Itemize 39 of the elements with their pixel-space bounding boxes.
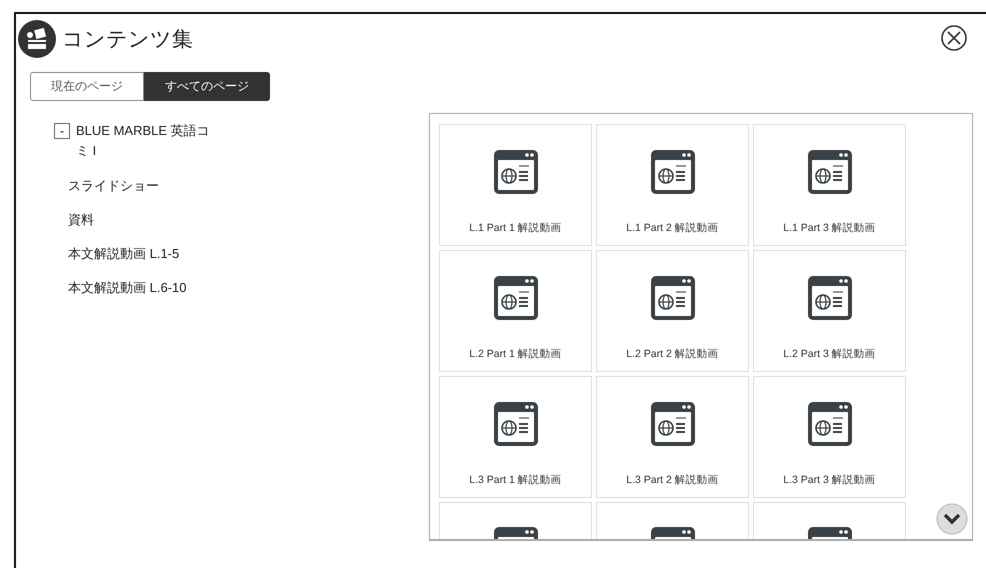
content-tile[interactable]: L.1 Part 3 解説動画 xyxy=(753,124,906,246)
content-tile[interactable]: L.3 Part 1 解説動画 xyxy=(439,376,592,498)
web-page-icon xyxy=(808,150,852,194)
toolbox-logo-icon xyxy=(18,20,56,58)
tree-item[interactable]: 本文解説動画 L.1-5 xyxy=(68,245,274,263)
web-page-icon xyxy=(650,150,694,194)
page-tab[interactable]: すべてのページ xyxy=(144,72,270,101)
content-tile[interactable]: L.2 Part 3 解説動画 xyxy=(753,250,906,372)
web-page-icon xyxy=(808,402,852,446)
web-page-icon xyxy=(494,276,538,320)
content-tile[interactable]: L.2 Part 1 解説動画 xyxy=(439,250,592,372)
tile-label: L.3 Part 3 解説動画 xyxy=(783,473,876,487)
web-page-icon xyxy=(650,402,694,446)
tree-item[interactable]: 資料 xyxy=(68,211,274,229)
tree-item[interactable]: 本文解説動画 L.6-10 xyxy=(68,279,274,297)
tile-label: L.2 Part 3 解説動画 xyxy=(783,347,876,361)
scroll-down-icon[interactable] xyxy=(936,503,968,535)
tile-label: L.3 Part 1 解説動画 xyxy=(469,473,562,487)
tile-label: L.1 Part 2 解説動画 xyxy=(626,221,719,235)
tile-label: L.1 Part 1 解説動画 xyxy=(469,221,562,235)
tile-label: L.2 Part 1 解説動画 xyxy=(469,347,562,361)
collapse-toggle[interactable]: - xyxy=(54,123,70,139)
content-tile[interactable]: L.2 Part 2 解説動画 xyxy=(596,250,749,372)
tile-label: L.2 Part 2 解説動画 xyxy=(626,347,719,361)
tree-item[interactable]: スライドショー xyxy=(68,177,274,195)
web-page-icon xyxy=(650,276,694,320)
web-page-icon xyxy=(808,276,852,320)
content-tile[interactable]: L.1 Part 2 解説動画 xyxy=(596,124,749,246)
panel-title: コンテンツ集 xyxy=(62,27,193,53)
close-icon[interactable] xyxy=(940,24,968,52)
page-tab[interactable]: 現在のページ xyxy=(30,72,144,101)
web-page-icon xyxy=(494,402,538,446)
web-page-icon xyxy=(494,150,538,194)
tile-label: L.1 Part 3 解説動画 xyxy=(783,221,876,235)
content-tile[interactable]: L.1 Part 1 解説動画 xyxy=(439,124,592,246)
content-tile[interactable]: L.3 Part 2 解説動画 xyxy=(596,376,749,498)
content-tile[interactable]: L.3 Part 3 解説動画 xyxy=(753,376,906,498)
tile-label: L.3 Part 2 解説動画 xyxy=(626,473,719,487)
tree-root-label[interactable]: BLUE MARBLE 英語コミ I xyxy=(76,121,216,161)
